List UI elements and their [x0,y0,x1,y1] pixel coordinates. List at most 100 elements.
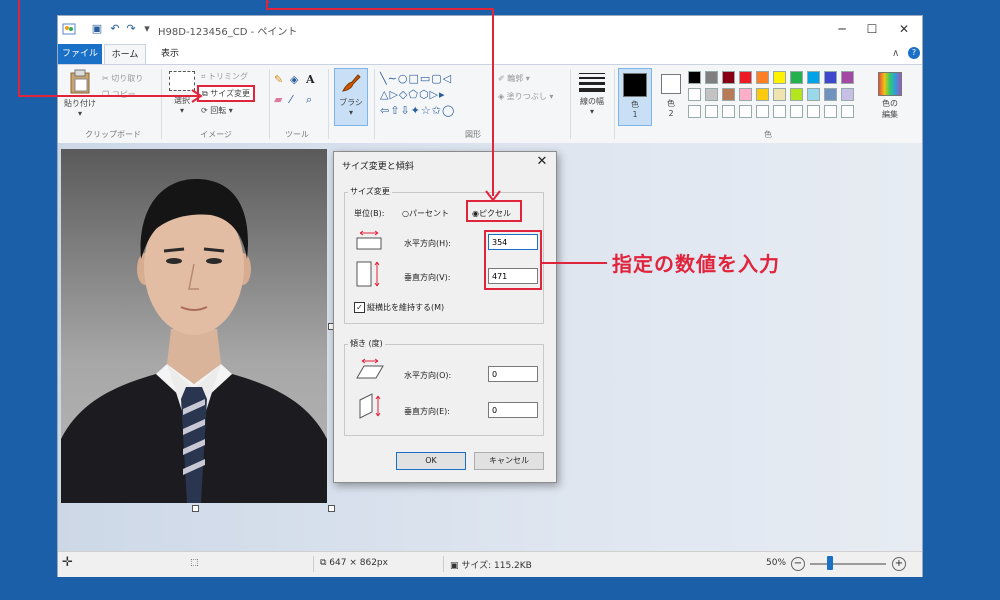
palette-swatch[interactable] [824,105,837,118]
color1-button[interactable]: 色 1 [618,68,652,126]
palette-swatch[interactable] [756,88,769,101]
palette-swatch[interactable] [739,71,752,84]
palette-swatch[interactable] [756,105,769,118]
dimensions-text: 647 × 862px [329,558,388,568]
dimensions-icon: ⧉ [320,558,330,568]
annotation-text: 指定の数値を入力 [612,252,780,276]
title-bar: ▣ ↶ ↷ ▾ H98D-123456_CD - ペイント ─ ☐ ✕ [58,16,922,44]
cursor-position-icon: ✛ [62,555,73,570]
palette-swatch[interactable] [688,105,701,118]
redo-icon[interactable]: ↷ [124,22,138,36]
minimize-button[interactable]: ─ [832,20,852,38]
palette-swatch[interactable] [824,88,837,101]
undo-icon[interactable]: ↶ [108,22,122,36]
palette-swatch[interactable] [722,71,735,84]
palette-swatch[interactable] [773,105,786,118]
ribbon-collapse-icon[interactable]: ∧ [892,48,899,59]
palette-swatch[interactable] [773,88,786,101]
resize-legend: サイズ変更 [348,186,392,197]
maximize-button[interactable]: ☐ [862,20,882,38]
zoom-slider-thumb[interactable] [827,556,833,570]
outline-button[interactable]: ✐ 輪郭 ▾ [498,73,530,84]
separator [328,69,329,139]
skew-horizontal-input[interactable] [488,366,538,382]
help-icon[interactable]: ? [908,47,920,59]
color-wheel-icon [878,72,902,96]
dialog-title: サイズ変更と傾斜 [342,162,414,172]
separator [570,69,571,139]
palette-swatch[interactable] [705,71,718,84]
palette-swatch[interactable] [705,88,718,101]
canvas-resize-handle-corner[interactable] [328,505,335,512]
palette-swatch[interactable] [739,105,752,118]
tab-view[interactable]: 表示 [150,44,190,64]
zoom-slider-track[interactable] [810,563,886,565]
portrait-photo[interactable] [61,149,327,503]
palette-swatch[interactable] [841,105,854,118]
palette-swatch[interactable] [790,71,803,84]
save-icon[interactable]: ▣ [90,22,104,36]
palette-swatch[interactable] [722,88,735,101]
palette-swatch[interactable] [807,88,820,101]
edit-colors-label-1: 色の [882,99,898,108]
palette-swatch[interactable] [773,71,786,84]
palette-swatch[interactable] [722,105,735,118]
fill-icon[interactable]: ◈ [290,73,298,86]
palette-swatch[interactable] [705,105,718,118]
color-picker-icon[interactable]: ⁄ [290,93,292,106]
palette-swatch[interactable] [841,71,854,84]
cancel-button[interactable]: キャンセル [474,452,544,470]
eraser-icon[interactable]: ▰ [274,93,282,106]
tab-home[interactable]: ホーム [104,44,146,65]
rotate-label: 回転 [210,106,227,115]
unit-label: 単位(B): [354,209,385,218]
size-button[interactable]: 線の幅 ▾ [574,69,610,127]
magnifier-icon[interactable]: ⌕ [306,93,312,107]
text-icon[interactable]: A [306,73,315,86]
portrait-image [61,149,327,503]
brush-button[interactable]: ブラシ ▾ [334,68,368,126]
palette-swatch[interactable] [807,71,820,84]
checkbox-checked-icon: ✓ [354,302,365,313]
scissors-icon: ✂ [102,74,112,83]
palette-swatch[interactable] [807,105,820,118]
skew-vertical-input[interactable] [488,402,538,418]
palette-swatch[interactable] [790,105,803,118]
clipboard-group-label: クリップボード [85,130,141,139]
rotate-button[interactable]: ⟳ 回転 ▾ [201,105,233,116]
pixels-radio[interactable]: ◉ピクセル [472,208,511,219]
file-size: ▣ サイズ: 115.2KB [450,558,532,571]
canvas-resize-handle-bottom[interactable] [192,505,199,512]
palette-swatch[interactable] [790,88,803,101]
palette-swatch[interactable] [688,88,701,101]
color2-button[interactable]: 色 2 [656,68,686,126]
fill-button[interactable]: ◈ 塗りつぶし ▾ [498,91,553,102]
edit-colors-label-2: 編集 [882,110,898,119]
ok-button[interactable]: OK [396,452,466,470]
palette-swatch[interactable] [841,88,854,101]
palette-swatch[interactable] [739,88,752,101]
dialog-close-button[interactable]: ✕ [534,154,550,170]
brush-icon [342,74,361,92]
palette-swatch[interactable] [824,71,837,84]
horizontal-resize-icon [356,230,382,250]
separator [161,69,162,139]
resize-button[interactable]: ⧉ サイズ変更 [197,85,256,102]
file-size-text: サイズ: 115.2KB [461,561,532,571]
zoom-out-button[interactable]: − [791,557,805,571]
pencil-icon[interactable]: ✎ [274,73,283,86]
cut-button[interactable]: ✂ 切り取り [102,73,143,84]
close-button[interactable]: ✕ [894,20,914,38]
edit-colors-button[interactable]: 色の 編集 [870,69,910,127]
resize-skew-dialog: サイズ変更と傾斜 ✕ サイズ変更 単位(B): ○パーセント ◉ピクセル 水平方… [333,151,557,483]
ribbon: 貼り付け ▾ ✂ 切り取り ❐ コピー クリップボード 選択 ▾ ⌗ トリミング… [58,64,922,144]
palette-swatch[interactable] [688,71,701,84]
keep-ratio-checkbox[interactable]: ✓ 縦横比を維持する(M) [354,302,444,313]
tab-file[interactable]: ファイル [58,44,102,64]
shapes-gallery[interactable]: ╲∼○□▭▢◁ △▷◇⬠⬡▷▸ ⇦⇧⇩✦☆✩◯ [380,71,488,125]
quick-access-dropdown-icon[interactable]: ▾ [140,22,154,36]
crop-button[interactable]: ⌗ トリミング [201,71,248,82]
zoom-in-button[interactable]: + [892,557,906,571]
percent-radio[interactable]: ○パーセント [402,208,449,219]
palette-swatch[interactable] [756,71,769,84]
